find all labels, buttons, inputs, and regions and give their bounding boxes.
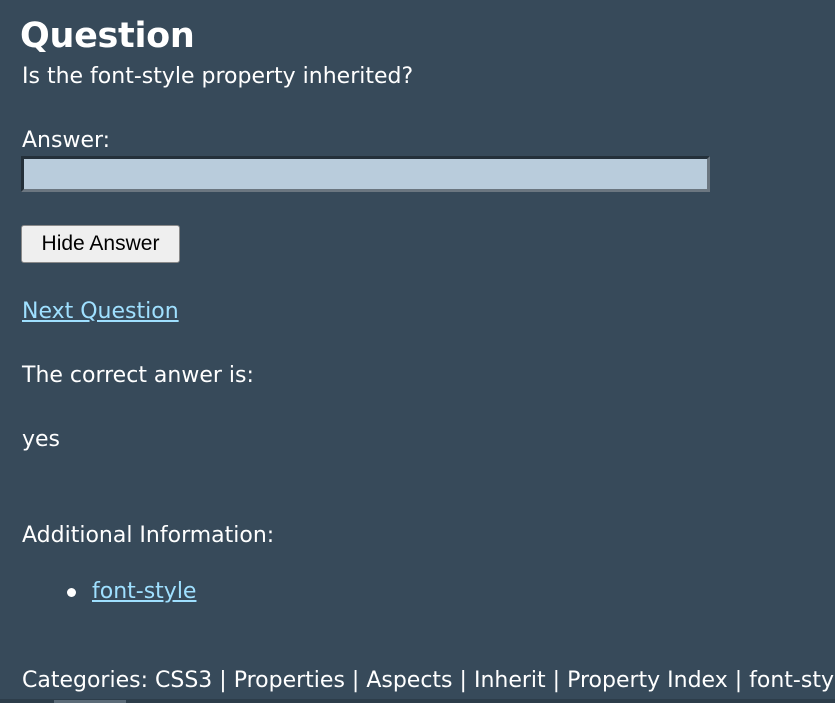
category-css3[interactable]: CSS3 (155, 668, 212, 693)
category-separator: | (552, 668, 561, 693)
category-separator: | (734, 668, 743, 693)
question-heading: Question (20, 16, 195, 56)
correct-answer-label: The correct anwer is: (22, 363, 254, 388)
answer-label: Answer: (22, 128, 111, 153)
additional-information-label: Additional Information: (22, 523, 275, 548)
category-aspects[interactable]: Aspects (366, 668, 452, 693)
categories-prefix: Categories: (22, 668, 148, 693)
category-separator: | (219, 668, 227, 693)
category-font-style[interactable]: font-style (749, 668, 835, 693)
question-text: Is the font-style property inherited? (22, 64, 414, 89)
categories-line: Categories: CSS3 | Properties | Aspects | Inhe… (22, 666, 835, 696)
quiz-page: Question Is the font-style property inhe… (0, 0, 835, 703)
category-separator: | (459, 668, 467, 693)
next-question-link[interactable]: Next Question (22, 297, 179, 327)
correct-answer-value: yes (22, 427, 61, 452)
category-property-index[interactable]: Property Index (567, 668, 728, 693)
font-style-link[interactable]: font-style (92, 577, 196, 607)
answer-input[interactable] (21, 156, 710, 192)
bullet-icon (67, 588, 76, 597)
category-inherit[interactable]: Inherit (474, 668, 546, 693)
category-separator: | (351, 668, 360, 693)
category-properties[interactable]: Properties (234, 668, 345, 693)
hide-answer-button[interactable]: Hide Answer (21, 225, 180, 263)
